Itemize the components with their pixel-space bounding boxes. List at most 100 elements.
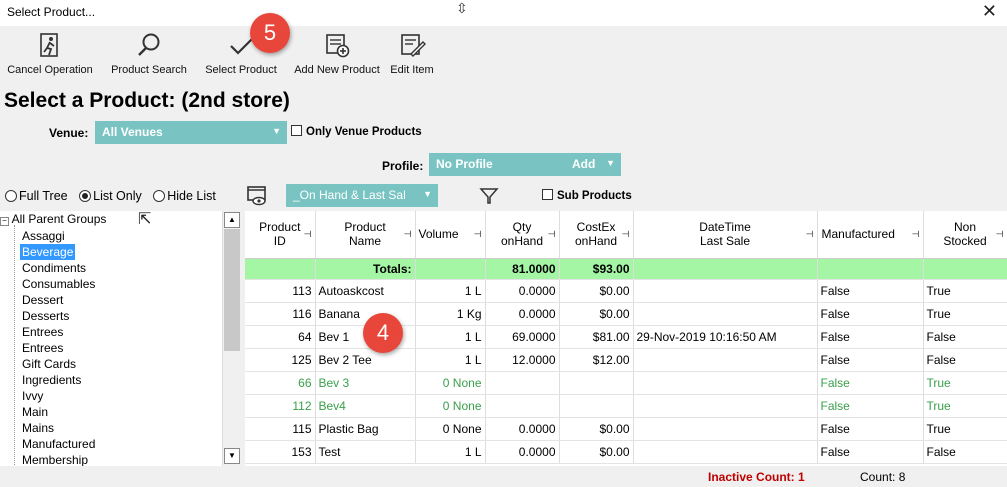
cell-volume: 0 None (415, 371, 486, 395)
tree-item[interactable]: Main (20, 404, 97, 420)
cancel-operation-button[interactable]: Cancel Operation (5, 32, 95, 76)
sub-products-checkbox[interactable]: Sub Products (542, 189, 632, 202)
column-set-select[interactable]: _On Hand & Last Sal ▼ (286, 184, 438, 207)
table-row[interactable]: 64 Bev 11 L 69.0000 $81.00 29-Nov-2019 10:16… (245, 325, 1007, 349)
tree-item[interactable]: Desserts (20, 308, 97, 324)
totals-cost: $93.00 (559, 258, 634, 280)
profile-select[interactable]: No Profile Add ▼ (429, 153, 621, 176)
radio-circle[interactable] (5, 190, 17, 202)
tree-item[interactable]: Ivvy (20, 388, 97, 404)
col-header-product-name[interactable]: Product Name ⊣ (315, 211, 416, 259)
profile-add-button[interactable]: Add (572, 157, 595, 171)
cell-non-stocked: True (923, 394, 1007, 418)
window-title: Select Product... (7, 5, 96, 19)
cell-volume: 1 L (415, 440, 486, 464)
cell-non-stocked: True (923, 371, 1007, 395)
tree-item[interactable]: Beverage (20, 244, 76, 260)
table-row[interactable]: 66 Bev 30 None False True (245, 371, 1007, 395)
edit-icon (401, 34, 426, 57)
edit-item-button[interactable]: Edit Item (388, 32, 436, 76)
tree-item[interactable]: Mains (20, 420, 97, 436)
col-header-qty[interactable]: Qty onHand ⊣ (485, 211, 560, 259)
mouse-pointer-icon: ⇱ (138, 211, 152, 228)
pin-icon[interactable]: ⊣ (548, 229, 556, 240)
pin-icon[interactable]: ⊣ (622, 229, 630, 240)
edit-item-label: Edit Item (390, 64, 434, 76)
header-text: Name (348, 234, 381, 249)
view-columns-icon[interactable] (246, 185, 268, 207)
col-header-manufactured[interactable]: Manufactured ⊣ (817, 211, 924, 259)
pin-icon[interactable]: ⊣ (304, 229, 312, 240)
tree-item[interactable]: Manufactured (20, 436, 97, 452)
group-tree[interactable]: − All Parent Groups Assaggi Beverage Condi… (0, 211, 222, 466)
pin-icon[interactable]: ⊣ (404, 229, 412, 240)
radio-circle-selected[interactable] (79, 190, 92, 202)
pin-icon[interactable]: ⊣ (474, 229, 482, 240)
cell-qty (485, 394, 560, 418)
pin-icon[interactable]: ⊣ (912, 229, 920, 240)
col-header-non-stocked[interactable]: Non Stocked ⊣ (923, 211, 1007, 259)
chevron-down-icon: ▼ (423, 189, 432, 199)
cell-qty: 0.0000 (485, 417, 560, 441)
table-row[interactable]: 153 Test 1 L 0.0000 $0.00 False False (245, 440, 1007, 464)
collapse-icon[interactable]: − (0, 217, 9, 226)
close-icon[interactable]: ✕ (982, 1, 997, 22)
table-row[interactable]: 113 Autoaskcost 1 L 0.0000 $0.00 False True (245, 279, 1007, 303)
exit-icon (40, 33, 58, 57)
cell-manufactured: False (817, 348, 924, 372)
product-grid[interactable]: Product ID ⊣ Product Name ⊣ Volume ⊣ Qty onHan… (245, 211, 1007, 466)
full-tree-radio[interactable]: Full Tree (5, 189, 68, 203)
cell-volume: 1 Kg (415, 302, 486, 326)
col-header-datetime[interactable]: DateTime Last Sale ⊣ (633, 211, 818, 259)
venue-value: All Venues (102, 125, 163, 139)
product-search-button[interactable]: Product Search (108, 32, 190, 76)
grid-header-row: Product ID ⊣ Product Name ⊣ Volume ⊣ Qty onHan… (245, 211, 1007, 259)
scroll-up-icon[interactable]: ▲ (224, 212, 240, 228)
col-header-product-id[interactable]: Product ID ⊣ (245, 211, 316, 259)
only-venue-products-checkbox[interactable]: Only Venue Products (291, 125, 422, 138)
totals-cell (817, 258, 924, 280)
header-text: DateTime (699, 220, 751, 235)
add-new-product-button[interactable]: Add New Product (292, 32, 382, 76)
cell-date (633, 440, 818, 464)
tree-item[interactable]: Ingredients (20, 372, 97, 388)
table-row[interactable]: 116 Banana 1 Kg 0.0000 $0.00 False True (245, 302, 1007, 326)
radio-circle[interactable] (153, 190, 166, 202)
hide-list-radio[interactable]: Hide List (153, 189, 216, 203)
checkbox-box[interactable] (291, 125, 302, 136)
venue-select[interactable]: All Venues ▼ (95, 121, 287, 144)
table-row[interactable]: 115 Plastic Bag 0 None 0.0000 $0.00 False True (245, 417, 1007, 441)
tree-item[interactable]: Entrees (20, 324, 97, 340)
tree-scrollbar[interactable]: ▲ ▼ (222, 211, 240, 466)
col-header-cost[interactable]: CostEx onHand ⊣ (559, 211, 634, 259)
cell-id: 153 (245, 440, 316, 464)
cell-name: Bev4 (315, 394, 416, 418)
header-text: onHand (574, 234, 618, 249)
col-header-volume[interactable]: Volume ⊣ (415, 211, 486, 259)
pin-icon[interactable]: ⊣ (996, 229, 1004, 240)
column-set-value: _On Hand & Last Sal (293, 188, 406, 202)
cell-cost: $0.00 (559, 417, 634, 441)
step-badge-4: 4 (363, 313, 403, 353)
list-only-radio[interactable]: List Only (79, 189, 142, 203)
tree-root[interactable]: − All Parent Groups (0, 212, 106, 226)
scroll-down-icon[interactable]: ▼ (224, 448, 240, 464)
title-bar: Select Product... ⇳ ✕ (0, 0, 1007, 26)
tree-item[interactable]: Entrees (20, 340, 97, 356)
table-row[interactable]: 125 Bev 2 Tee 1 L 12.0000 $12.00 False False (245, 348, 1007, 372)
tree-item[interactable]: Assaggi (20, 228, 97, 244)
cell-manufactured: False (817, 325, 924, 349)
resize-cursor-icon: ⇳ (456, 0, 468, 16)
tree-item[interactable]: Gift Cards (20, 356, 97, 372)
table-row[interactable]: 112 Bev4 0 None False True (245, 394, 1007, 418)
tree-item[interactable]: Membership (20, 452, 97, 466)
checkbox-box[interactable] (542, 189, 553, 200)
header-text: CostEx (576, 220, 616, 235)
cell-non-stocked: True (923, 302, 1007, 326)
pin-icon[interactable]: ⊣ (806, 229, 814, 240)
scroll-thumb[interactable] (224, 229, 240, 351)
tree-item[interactable]: Condiments (20, 260, 97, 276)
tree-item[interactable]: Dessert (20, 292, 97, 308)
filter-icon[interactable] (479, 186, 499, 206)
tree-item[interactable]: Consumables (20, 276, 97, 292)
